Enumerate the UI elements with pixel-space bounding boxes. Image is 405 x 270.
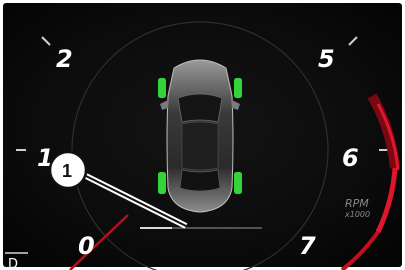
callout-number: 1 <box>62 161 72 181</box>
rpm-label: RPM <box>345 197 369 210</box>
instrument-cluster-display: 2 1 0 5 6 7 RPM x1000 D 1 <box>0 0 405 270</box>
tire-rear-left <box>158 172 166 194</box>
car-top-view-icon <box>160 59 240 213</box>
rpm-numeral-7: 7 <box>299 232 316 260</box>
tire-front-left <box>158 78 166 98</box>
tire-rear-right <box>234 172 242 194</box>
rpm-numeral-6: 6 <box>342 144 359 172</box>
rpm-numeral-5: 5 <box>318 45 335 73</box>
tachometer-gauge: 2 1 0 5 6 7 RPM x1000 D 1 <box>3 3 402 270</box>
callout-marker: 1 <box>48 150 88 190</box>
rpm-multiplier-label: x1000 <box>344 210 370 219</box>
rpm-numeral-2: 2 <box>56 45 73 73</box>
tire-front-right <box>234 78 242 98</box>
gear-indicator: D <box>8 257 18 270</box>
rpm-numeral-0: 0 <box>78 232 95 260</box>
